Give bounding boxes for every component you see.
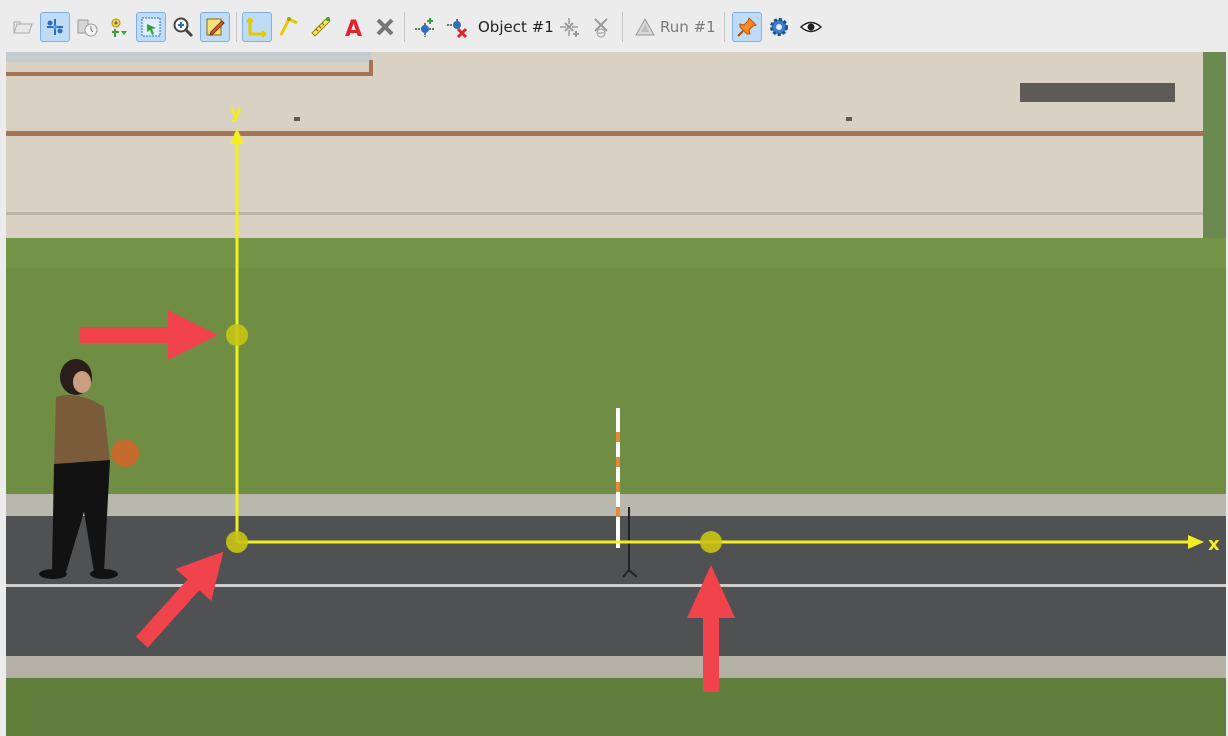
visibility-eye-icon[interactable] xyxy=(796,12,826,42)
svg-text:A: A xyxy=(345,17,362,39)
x-axis-label: x xyxy=(1208,534,1220,555)
origin-handle[interactable] xyxy=(226,531,248,553)
open-video-icon[interactable] xyxy=(8,12,38,42)
delete-object-icon[interactable] xyxy=(586,12,616,42)
select-region-icon[interactable] xyxy=(136,12,166,42)
zoom-icon[interactable] xyxy=(168,12,198,42)
text-tool-icon[interactable]: A xyxy=(338,12,368,42)
near-curb xyxy=(6,656,1226,678)
toolbar: A Object #1 Run #1 xyxy=(0,0,1228,52)
run-icon[interactable] xyxy=(630,12,660,42)
near-grass xyxy=(6,678,1226,736)
video-frame: x y xyxy=(6,52,1226,736)
delete-icon[interactable] xyxy=(370,12,400,42)
y-axis-label: y xyxy=(230,102,242,123)
settings-gear-icon[interactable] xyxy=(764,12,794,42)
x-calibration-handle[interactable] xyxy=(700,531,722,553)
clip-settings-icon[interactable] xyxy=(72,12,102,42)
tape-measure-icon[interactable] xyxy=(306,12,336,42)
calibration-points-icon[interactable] xyxy=(40,12,70,42)
axes-icon[interactable] xyxy=(242,12,272,42)
pin-icon[interactable] xyxy=(732,12,762,42)
run-label[interactable]: Run #1 xyxy=(660,14,716,40)
drawing-tool-icon[interactable] xyxy=(200,12,230,42)
protractor-icon[interactable] xyxy=(274,12,304,42)
y-calibration-handle[interactable] xyxy=(226,324,248,346)
remove-point-icon[interactable] xyxy=(442,12,472,42)
video-viewer[interactable]: x y xyxy=(6,52,1226,736)
building xyxy=(6,52,1226,238)
object-label[interactable]: Object #1 xyxy=(478,14,554,40)
add-object-icon[interactable] xyxy=(554,12,584,42)
add-point-icon[interactable] xyxy=(410,12,440,42)
autotracker-icon[interactable] xyxy=(104,12,134,42)
